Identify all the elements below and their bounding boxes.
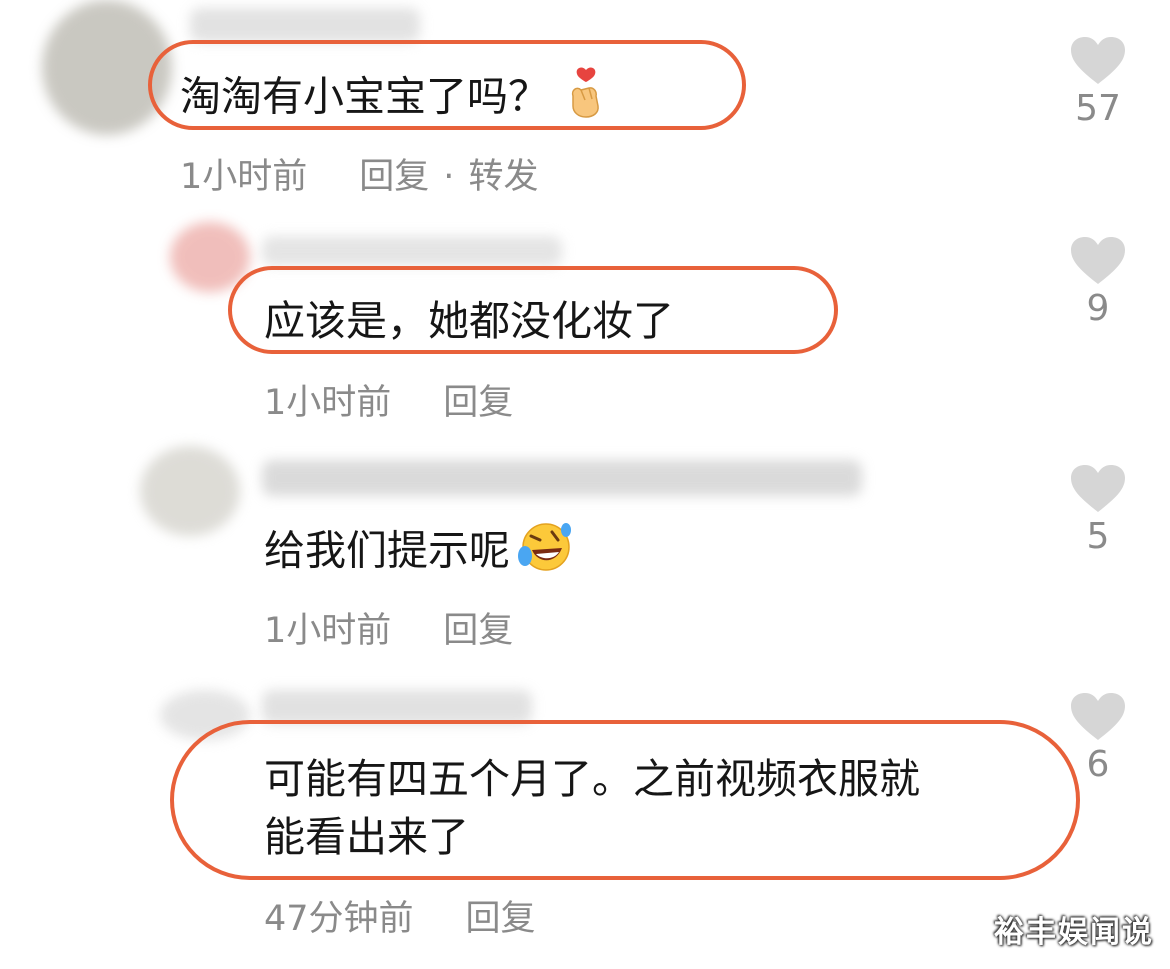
reply-button[interactable]: 回复 (443, 383, 513, 423)
comment-meta: 1小时前 回复 (264, 602, 513, 653)
comment-meta: 1小时前 回复 (264, 374, 513, 425)
comment-text: 给我们提示呢 (264, 520, 574, 587)
highlight-oval (228, 266, 838, 354)
timestamp: 1小时前 (180, 157, 308, 197)
like-count: 5 (1086, 516, 1110, 557)
timestamp: 47分钟前 (264, 899, 414, 939)
like-button[interactable]: 9 (1048, 236, 1148, 329)
reply-button[interactable]: 回复 (359, 157, 429, 197)
watermark: 裕丰娱闻说 (994, 915, 1154, 950)
username-blurred[interactable] (262, 236, 562, 266)
heart-icon[interactable] (1070, 692, 1126, 742)
heart-icon[interactable] (1070, 36, 1126, 86)
highlight-oval (170, 720, 1080, 880)
username-blurred[interactable] (262, 460, 862, 496)
reply-button[interactable]: 回复 (466, 899, 536, 939)
like-button[interactable]: 57 (1048, 36, 1148, 129)
rolling-laughing-icon (516, 520, 574, 587)
like-button[interactable]: 5 (1048, 464, 1148, 557)
separator-dot: · (443, 157, 455, 197)
comment-meta: 47分钟前 回复 (264, 890, 536, 941)
username-blurred[interactable] (190, 8, 420, 42)
username-blurred[interactable] (262, 690, 532, 724)
avatar[interactable] (140, 446, 240, 536)
timestamp: 1小时前 (264, 611, 392, 651)
timestamp: 1小时前 (264, 383, 392, 423)
like-button[interactable]: 6 (1048, 692, 1148, 785)
forward-button[interactable]: 转发 (468, 157, 538, 197)
heart-icon[interactable] (1070, 236, 1126, 286)
comment-meta: 1小时前 回复 · 转发 (180, 148, 538, 199)
like-count: 57 (1075, 88, 1121, 129)
reply-button[interactable]: 回复 (443, 611, 513, 651)
like-count: 9 (1086, 288, 1110, 329)
highlight-oval (148, 40, 746, 130)
heart-icon[interactable] (1070, 464, 1126, 514)
like-count: 6 (1086, 744, 1110, 785)
